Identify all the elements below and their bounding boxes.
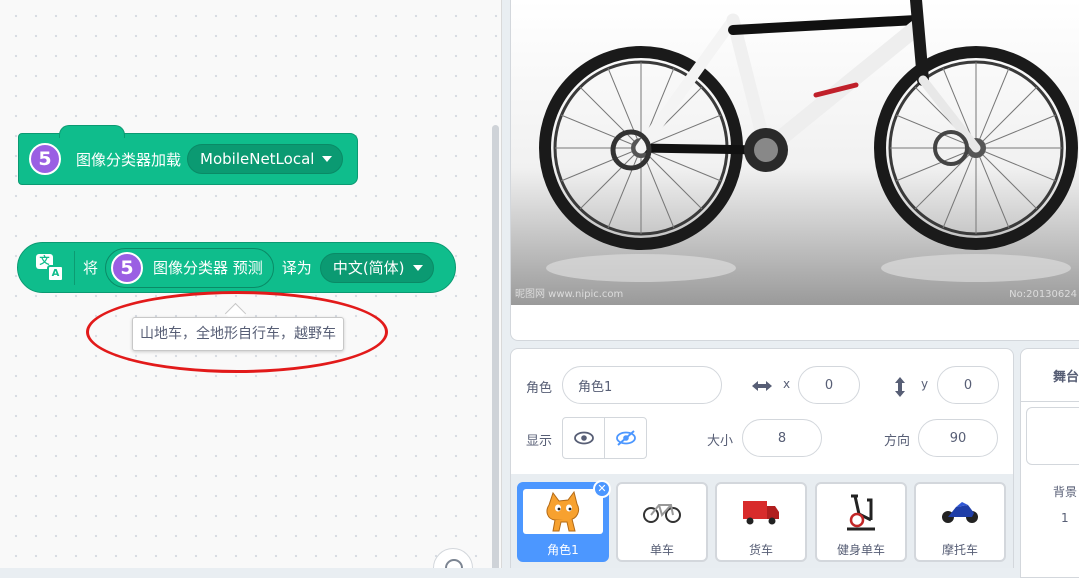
stage-canvas[interactable]: 昵图网 www.nipic.com No:20130624 bbox=[510, 0, 1079, 341]
language-dropdown[interactable]: 中文(简体) bbox=[319, 252, 434, 283]
sprite-info-panel: 角色 角色1 x 0 y 0 显示 大小 8 方向 90 bbox=[510, 348, 1014, 474]
classifier-predict-reporter[interactable]: 5 图像分类器 预测 bbox=[105, 247, 274, 288]
sprite-tile-truck[interactable]: 货车 bbox=[715, 482, 807, 562]
workspace-scrollbar[interactable] bbox=[492, 125, 499, 568]
delete-sprite-icon[interactable]: ✕ bbox=[593, 480, 611, 498]
stage-thumbnail[interactable] bbox=[1026, 407, 1079, 465]
backdrop-count: 1 bbox=[1061, 511, 1069, 525]
vertical-arrows-icon bbox=[895, 377, 905, 397]
visibility-toggle-group bbox=[562, 417, 647, 459]
eye-slash-icon bbox=[615, 430, 636, 446]
cat-sprite-icon bbox=[546, 490, 580, 531]
stage-selector-panel[interactable]: 舞台 背景 1 bbox=[1020, 348, 1079, 578]
sprite-name-label: 角色 bbox=[526, 381, 553, 396]
backdrop-label: 背景 bbox=[1053, 485, 1078, 499]
translate-reporter-block[interactable]: 文 A 将 5 图像分类器 预测 译为 中文(简体) bbox=[17, 242, 456, 293]
load-classifier-block[interactable]: 5 图像分类器加载 MobileNetLocal bbox=[18, 125, 358, 185]
zoom-in-button[interactable] bbox=[433, 548, 473, 568]
sprite-tile-motorcycle[interactable]: 摩托车 bbox=[914, 482, 1006, 562]
translate-prefix-label: 将 bbox=[83, 259, 99, 277]
model-dropdown[interactable]: MobileNetLocal bbox=[187, 144, 344, 174]
chevron-down-icon bbox=[412, 264, 423, 271]
classifier-extension-icon: 5 bbox=[29, 143, 61, 175]
classifier-predict-label: 图像分类器 预测 bbox=[153, 259, 263, 277]
sprite-name-input[interactable]: 角色1 bbox=[562, 366, 722, 404]
truck-icon bbox=[743, 500, 779, 524]
stage-watermark-number: No:20130624 bbox=[1009, 289, 1077, 300]
show-sprite-button[interactable] bbox=[563, 418, 604, 458]
translate-icon: 文 A bbox=[34, 252, 66, 284]
sprite-tile-cat[interactable]: ✕ 角色1 bbox=[517, 480, 611, 562]
translate-to-label: 译为 bbox=[281, 259, 312, 277]
eye-icon bbox=[573, 431, 594, 445]
motorcycle-icon bbox=[942, 501, 978, 523]
size-label: 大小 bbox=[707, 434, 734, 449]
chevron-down-icon bbox=[322, 156, 333, 162]
direction-label: 方向 bbox=[884, 434, 911, 449]
sprite-tile-exercise-bike[interactable]: 健身单车 bbox=[815, 482, 907, 562]
y-position-input[interactable]: 0 bbox=[937, 366, 999, 404]
classifier-extension-icon: 5 bbox=[111, 251, 144, 284]
exercise-bike-icon bbox=[847, 494, 875, 530]
y-label: y bbox=[921, 377, 929, 391]
load-classifier-label: 图像分类器加载 bbox=[76, 150, 182, 169]
stage-watermark: 昵图网 www.nipic.com bbox=[515, 289, 624, 300]
x-position-input[interactable]: 0 bbox=[798, 366, 860, 404]
annotation-ellipse bbox=[86, 291, 388, 373]
sprite-tile-bicycle[interactable]: 单车 bbox=[616, 482, 708, 562]
show-label: 显示 bbox=[526, 434, 553, 449]
direction-input[interactable]: 90 bbox=[918, 419, 998, 457]
stage-panel-title: 舞台 bbox=[1053, 370, 1079, 385]
horizontal-arrows-icon bbox=[752, 381, 772, 391]
bicycle-sprite-image bbox=[539, 0, 1078, 282]
x-label: x bbox=[783, 377, 791, 391]
sprite-list: ✕ 角色1 单车 货车 健身单车 摩托车 bbox=[510, 474, 1014, 568]
hide-sprite-button[interactable] bbox=[604, 418, 646, 458]
bicycle-icon bbox=[643, 503, 681, 523]
code-workspace[interactable]: 5 图像分类器加载 MobileNetLocal 文 A 将 5 图像分类器 预… bbox=[0, 0, 502, 568]
size-input[interactable]: 8 bbox=[742, 419, 822, 457]
